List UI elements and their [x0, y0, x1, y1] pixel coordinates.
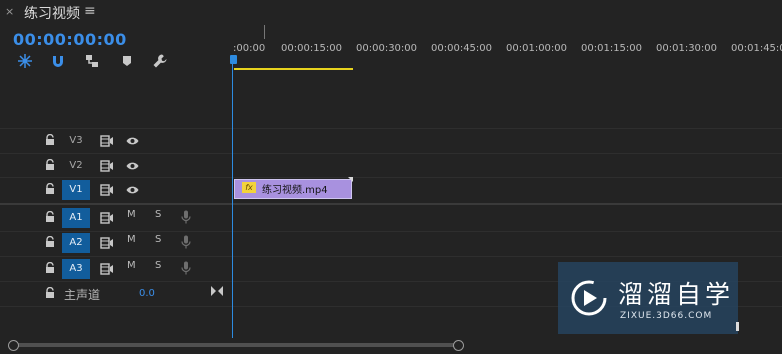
microphone-icon[interactable]	[181, 235, 191, 249]
go-to-in-out-icon[interactable]	[211, 285, 223, 297]
lock-icon[interactable]	[45, 134, 55, 146]
track-header-v3[interactable]: V3	[0, 129, 231, 153]
in-out-range-bar[interactable]	[234, 68, 353, 70]
ruler-label: 00:01:30:00	[656, 43, 718, 54]
panel-menu-icon[interactable]: ≡	[84, 3, 96, 19]
track-header-v1[interactable]: V1	[0, 178, 231, 202]
track-label[interactable]: V1	[62, 180, 90, 200]
play-logo-icon	[571, 280, 607, 316]
solo-button[interactable]: S	[155, 234, 161, 245]
linked-selection-icon[interactable]	[84, 53, 100, 69]
lock-icon[interactable]	[45, 262, 55, 274]
scrollbar-right-handle[interactable]	[453, 340, 464, 351]
mute-button[interactable]: M	[127, 234, 136, 245]
track-header-a3[interactable]: A3 M S	[0, 257, 231, 281]
mute-button[interactable]: M	[127, 260, 136, 271]
lock-icon[interactable]	[45, 183, 55, 195]
clip-end-marker	[348, 177, 353, 182]
lock-icon[interactable]	[45, 236, 55, 248]
scrollbar-left-handle[interactable]	[8, 340, 19, 351]
track-label[interactable]: V2	[62, 156, 90, 176]
eye-icon[interactable]	[126, 161, 139, 171]
solo-button[interactable]: S	[155, 209, 161, 220]
wrench-icon[interactable]	[152, 53, 168, 69]
ruler-label: 00:01:00:00	[506, 43, 568, 54]
scrollbar-thumb[interactable]	[14, 343, 459, 347]
track-label[interactable]: A3	[62, 259, 90, 279]
lock-icon[interactable]	[45, 287, 55, 299]
watermark: 溜溜自学 ZIXUE.3D66.COM	[558, 262, 738, 334]
track-header-a1[interactable]: A1 M S	[0, 206, 231, 230]
lock-icon[interactable]	[45, 211, 55, 223]
ruler-label: :00:00	[233, 43, 266, 54]
film-icon[interactable]	[100, 160, 114, 172]
master-track-label: 主声道	[64, 288, 101, 302]
snap-icon[interactable]	[17, 53, 33, 69]
ruler-label: 00:00:30:00	[356, 43, 418, 54]
close-tab-button[interactable]: ×	[5, 5, 14, 18]
video-audio-divider	[0, 203, 782, 205]
track-label[interactable]: V3	[62, 131, 90, 151]
watermark-title: 溜溜自学	[618, 280, 735, 309]
playhead-line[interactable]	[232, 56, 233, 338]
video-clip[interactable]: fx 练习视频.mp4	[234, 179, 352, 199]
mute-button[interactable]: M	[127, 209, 136, 220]
watermark-subtitle: ZIXUE.3D66.COM	[620, 311, 713, 321]
film-icon[interactable]	[100, 135, 114, 147]
master-volume-value[interactable]: 0.0	[139, 288, 155, 299]
eye-icon[interactable]	[126, 136, 139, 146]
marker-icon[interactable]	[119, 53, 135, 69]
ruler-divider	[264, 25, 265, 39]
ruler-label: 00:01:45:00	[731, 43, 782, 54]
lock-icon[interactable]	[45, 159, 55, 171]
playhead-handle[interactable]	[230, 55, 237, 64]
track-label[interactable]: A2	[62, 233, 90, 253]
film-icon[interactable]	[100, 263, 114, 275]
track-label[interactable]: A1	[62, 208, 90, 228]
film-icon[interactable]	[100, 237, 114, 249]
film-icon[interactable]	[100, 184, 114, 196]
fx-badge[interactable]: fx	[242, 182, 256, 193]
ruler-label: 00:00:45:00	[431, 43, 493, 54]
track-edge-marker	[736, 322, 739, 331]
microphone-icon[interactable]	[181, 210, 191, 224]
sequence-tab-title[interactable]: 练习视频	[24, 3, 80, 23]
ruler-label: 00:01:15:00	[581, 43, 643, 54]
track-header-v2[interactable]: V2	[0, 154, 231, 178]
film-icon[interactable]	[100, 212, 114, 224]
microphone-icon[interactable]	[181, 261, 191, 275]
track-header-master[interactable]	[0, 282, 231, 306]
playhead-timecode[interactable]: 00:00:00:00	[13, 30, 127, 49]
magnet-icon[interactable]	[50, 53, 66, 69]
eye-icon[interactable]	[126, 185, 139, 195]
solo-button[interactable]: S	[155, 260, 161, 271]
track-header-a2[interactable]: A2 M S	[0, 231, 231, 255]
ruler-label: 00:00:15:00	[281, 43, 343, 54]
time-ruler[interactable]: :00:00 00:00:15:00 00:00:30:00 00:00:45:…	[230, 24, 782, 72]
clip-name: 练习视频.mp4	[262, 185, 328, 196]
